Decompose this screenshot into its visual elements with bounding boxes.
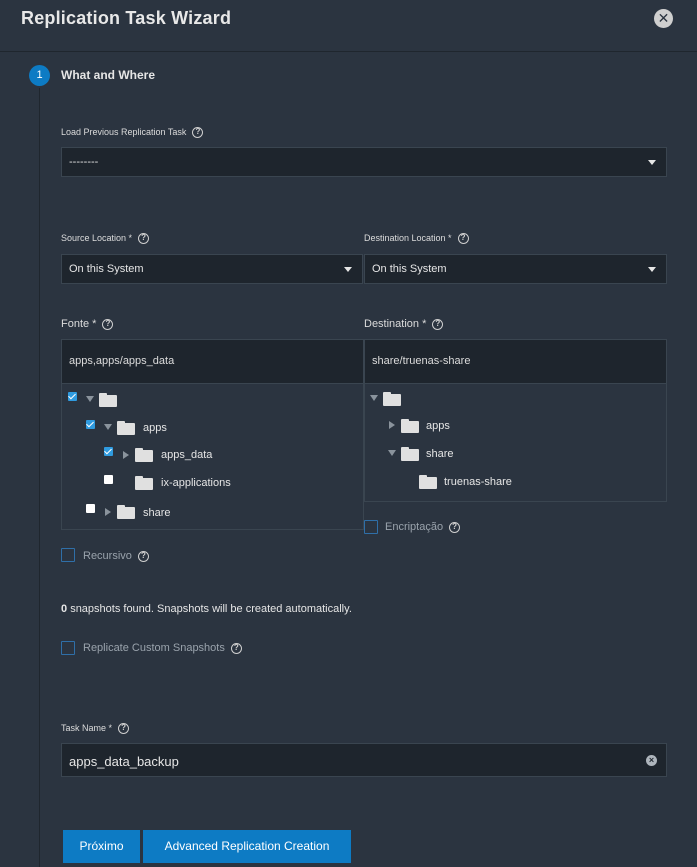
help-icon[interactable]: ? [137, 550, 149, 562]
tree-node-apps[interactable]: apps [143, 422, 167, 434]
snapshots-count: 0 [61, 603, 68, 615]
expand-arrow-icon[interactable] [389, 421, 395, 429]
folder-icon [419, 475, 437, 489]
tree-node-share[interactable]: share [143, 507, 171, 519]
tree-node-apps-data[interactable]: apps_data [161, 449, 212, 461]
recursive-label: Recursivo? [83, 550, 149, 562]
folder-icon [99, 393, 117, 407]
source-location-select[interactable]: On this System [61, 254, 363, 284]
task-name-label: Task Name *? [61, 723, 130, 735]
destination-tree: share/truenas-share apps share truenas-s… [364, 339, 667, 502]
tree-checkbox-ix-applications[interactable] [104, 475, 113, 484]
replicate-custom-label: Replicate Custom Snapshots? [83, 642, 242, 654]
expand-arrow-icon[interactable] [123, 451, 129, 459]
folder-icon [383, 392, 401, 406]
dialog-header: Replication Task Wizard ✕ [0, 0, 697, 52]
dialog-title: Replication Task Wizard [21, 8, 232, 28]
tree-checkbox-root[interactable] [68, 392, 77, 401]
tree-node-share[interactable]: share [426, 448, 454, 460]
help-icon[interactable]: ? [457, 233, 469, 245]
help-icon[interactable]: ? [192, 127, 204, 139]
expand-arrow-icon[interactable] [388, 450, 396, 456]
destination-location-label: Destination Location *? [364, 233, 469, 245]
tree-node-ix-applications[interactable]: ix-applications [161, 477, 231, 489]
folder-icon [401, 447, 419, 461]
expand-arrow-icon[interactable] [104, 424, 112, 430]
load-previous-value: -------- [69, 156, 99, 168]
advanced-replication-button[interactable]: Advanced Replication Creation [143, 830, 351, 863]
snapshots-text: snapshots found. Snapshots will be creat… [70, 603, 352, 615]
source-path-field[interactable]: apps,apps/apps_data [62, 340, 363, 384]
folder-icon [135, 476, 153, 490]
help-icon[interactable]: ? [432, 318, 444, 330]
next-button[interactable]: Próximo [63, 830, 140, 863]
destination-location-select[interactable]: On this System [364, 254, 667, 284]
expand-arrow-icon[interactable] [105, 508, 111, 516]
chevron-down-icon [344, 267, 352, 272]
step-title: What and Where [61, 68, 156, 82]
load-previous-select[interactable]: -------- [61, 147, 667, 177]
source-tree: apps,apps/apps_data apps apps_data ix-ap… [61, 339, 364, 530]
tree-node-apps[interactable]: apps [426, 420, 450, 432]
folder-icon [117, 421, 135, 435]
chevron-down-icon [648, 160, 656, 165]
encryption-checkbox[interactable] [364, 520, 378, 534]
load-previous-label-text: Load Previous Replication Task [61, 127, 187, 137]
chevron-down-icon [648, 267, 656, 272]
help-icon[interactable]: ? [118, 723, 130, 735]
tree-checkbox-apps[interactable] [86, 420, 95, 429]
expand-arrow-icon[interactable] [370, 395, 378, 401]
replicate-custom-checkbox[interactable] [61, 641, 75, 655]
expand-arrow-icon[interactable] [86, 396, 94, 402]
folder-icon [401, 419, 419, 433]
source-location-label-text: Source Location * [61, 233, 133, 243]
destination-label-text: Destination * [364, 318, 427, 330]
folder-icon [117, 505, 135, 519]
recursive-label-text: Recursivo [83, 550, 132, 562]
destination-path-value: share/truenas-share [372, 355, 471, 367]
stepper-line [39, 88, 40, 867]
tree-checkbox-apps-data[interactable] [104, 447, 113, 456]
recursive-checkbox[interactable] [61, 548, 75, 562]
help-icon[interactable]: ? [230, 642, 242, 654]
source-label-text: Fonte * [61, 318, 97, 330]
folder-icon [135, 448, 153, 462]
help-icon[interactable]: ? [138, 233, 150, 245]
tree-checkbox-share[interactable] [86, 504, 95, 513]
step-number: 1 [29, 65, 50, 86]
tree-node-truenas-share[interactable]: truenas-share [444, 476, 512, 488]
destination-path-field[interactable]: share/truenas-share [365, 340, 666, 384]
source-path-value: apps,apps/apps_data [69, 355, 175, 367]
destination-location-value: On this System [372, 263, 447, 275]
destination-location-label-text: Destination Location * [364, 233, 452, 243]
task-name-label-text: Task Name * [61, 723, 113, 733]
task-name-field[interactable]: × [61, 743, 667, 777]
help-icon[interactable]: ? [449, 521, 461, 533]
destination-label: Destination *? [364, 318, 444, 330]
source-location-value: On this System [69, 263, 144, 275]
help-icon[interactable]: ? [102, 318, 114, 330]
snapshots-status: 0 snapshots found. Snapshots will be cre… [61, 603, 352, 615]
load-previous-label: Load Previous Replication Task? [61, 127, 204, 139]
source-label: Fonte *? [61, 318, 114, 330]
replicate-custom-label-text: Replicate Custom Snapshots [83, 642, 225, 654]
source-location-label: Source Location *? [61, 233, 150, 245]
close-icon[interactable]: ✕ [654, 9, 673, 28]
encryption-label-text: Encriptação [385, 521, 444, 533]
encryption-label: Encriptação? [385, 521, 461, 533]
clear-icon[interactable]: × [646, 755, 657, 766]
task-name-input[interactable] [69, 751, 629, 771]
